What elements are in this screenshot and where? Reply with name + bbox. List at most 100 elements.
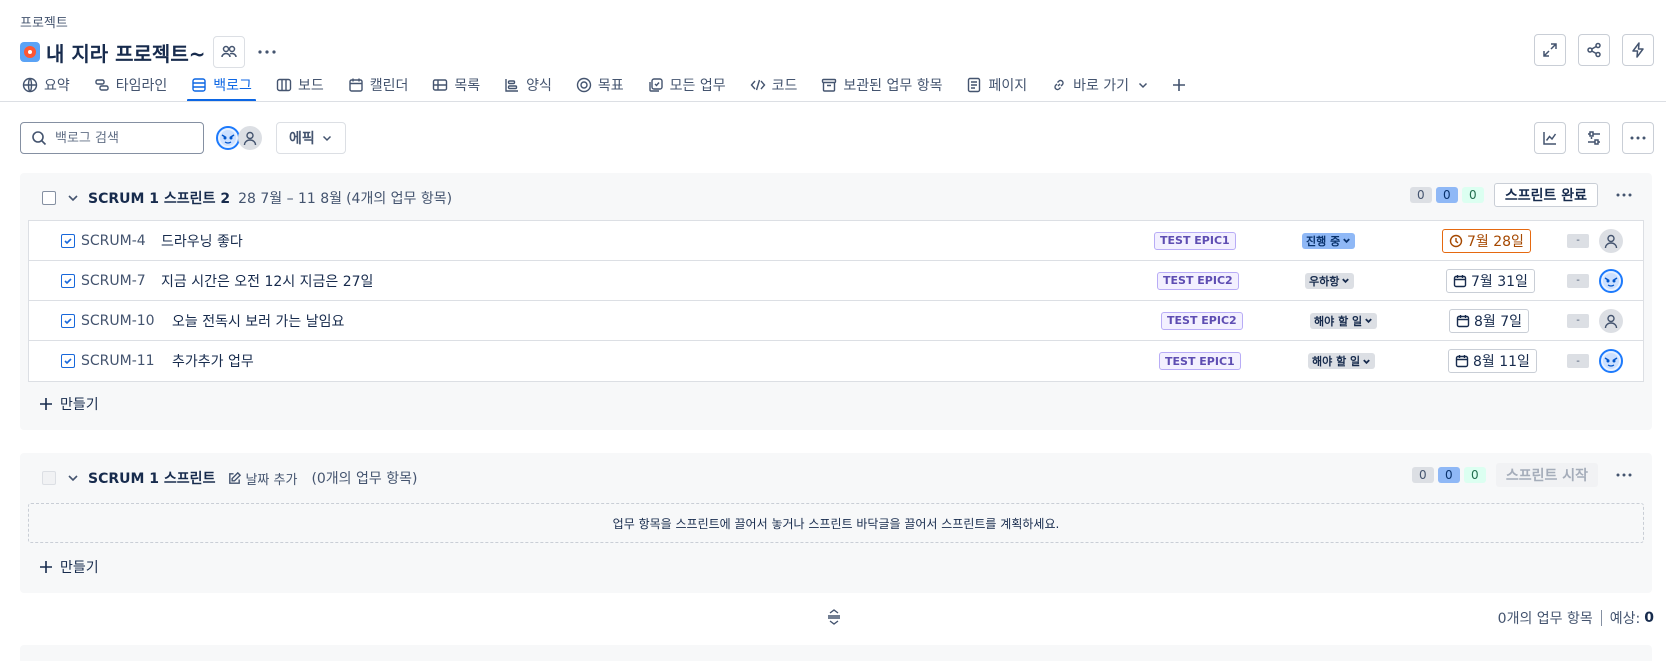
status-dropdown[interactable]: 우하항 [1305,272,1355,289]
tab-pages[interactable]: 페이지 [964,72,1029,98]
fullscreen-button[interactable] [1534,34,1566,66]
create-issue-button[interactable]: 만들기 [38,557,99,577]
tab-code[interactable]: 코드 [748,72,800,98]
expand-icon [1543,43,1557,57]
status-dropdown[interactable]: 진행 중 [1302,232,1356,249]
sprint-collapse-toggle[interactable] [66,191,80,205]
estimate-badge[interactable]: - [1567,313,1589,328]
assignee-avatar[interactable] [1599,268,1623,293]
sprint-issue-count: (4개의 업무 항목) [346,191,453,207]
issue-key[interactable]: SCRUM-7 [81,273,146,289]
due-date-badge[interactable]: 8월 11일 [1448,349,1537,373]
issue-summary[interactable]: 드라우닝 좋다 [161,231,243,251]
issue-row[interactable]: SCRUM-11 추가추가 업무 TEST EPIC1 해야 할 일 8월 11… [29,341,1643,381]
project-avatar-icon [20,42,40,62]
start-sprint-button[interactable]: 스프린트 시작 [1495,463,1598,487]
search-input[interactable] [55,130,195,146]
search-icon [32,131,47,146]
avatar-unassigned[interactable] [238,126,262,150]
page-title: 내 지라 프로젝트~ [46,41,206,66]
insights-button[interactable] [1534,122,1566,154]
calendar-icon [1453,274,1467,287]
assignee-avatar[interactable] [1599,308,1623,333]
sprint-dates: 28 7월 – 11 8월 [238,191,343,207]
sprint-select-checkbox[interactable] [42,471,56,485]
epic-lozenge[interactable]: TEST EPIC1 [1159,352,1241,370]
issue-list: SCRUM-4 드라우닝 좋다 TEST EPIC1 진행 중 7월 28일 -… [28,220,1644,382]
tab-all-work[interactable]: 모든 업무 [646,72,728,98]
add-tab-button[interactable] [1171,72,1187,98]
epic-lozenge[interactable]: TEST EPIC1 [1154,231,1236,250]
breadcrumb[interactable]: 프로젝트 [20,12,68,31]
resize-handle[interactable] [826,608,842,630]
assignee-avatar[interactable] [1599,349,1623,373]
issue-key[interactable]: SCRUM-10 [81,313,155,329]
issue-row[interactable]: SCRUM-7 지금 시간은 오전 12시 지금은 27일 TEST EPIC2… [29,261,1643,301]
complete-sprint-button[interactable]: 스프린트 완료 [1493,183,1598,207]
toolbar-more-button[interactable] [1622,122,1654,154]
epic-lozenge[interactable]: TEST EPIC2 [1161,311,1243,330]
tab-backlog[interactable]: 백로그 [187,72,256,102]
due-date-badge[interactable]: 7월 31일 [1446,268,1535,293]
sprint-name: SCRUM 1 스프린트 [88,471,216,487]
share-button[interactable] [1578,34,1610,66]
sprint-more-button[interactable] [1608,183,1640,207]
tab-calendar[interactable]: 캘린더 [346,72,411,98]
globe-icon [22,77,38,93]
avatar-user-face[interactable] [216,126,240,150]
sprint-header: SCRUM 1 스프린트 2 28 7월 – 11 8월 (4개의 업무 항목)… [20,173,1652,223]
due-date-badge[interactable]: 7월 28일 [1442,228,1531,253]
add-dates-button[interactable]: 날짜 추가 [227,469,297,488]
timeline-icon [95,79,109,91]
epic-filter-button[interactable]: 에픽 [276,122,346,154]
team-button[interactable] [213,36,246,68]
person-icon [243,131,257,146]
plus-icon [40,398,52,410]
more-icon [1616,193,1632,197]
automation-button[interactable] [1622,34,1654,66]
tab-board[interactable]: 보드 [274,72,326,98]
task-type-icon [61,234,75,248]
task-type-icon [61,354,75,368]
due-date-badge[interactable]: 8월 7일 [1449,308,1530,333]
tab-archived[interactable]: 보관된 업무 항목 [819,72,944,98]
target-icon [576,77,592,93]
tab-forms[interactable]: 양식 [502,72,554,98]
create-issue-button[interactable]: 만들기 [38,394,99,414]
chevron-down-icon [1363,359,1370,364]
issue-row[interactable]: SCRUM-10 오늘 전독시 보러 가는 날임요 TEST EPIC2 해야 … [29,301,1643,341]
backlog-search[interactable] [20,122,204,154]
drag-handle-icon [828,609,840,625]
calendar-icon [1456,314,1470,327]
issue-summary[interactable]: 추가추가 업무 [172,351,254,371]
page-icon [968,77,981,93]
count-todo-badge: 0 [1411,467,1434,483]
issue-row[interactable]: SCRUM-4 드라우닝 좋다 TEST EPIC1 진행 중 7월 28일 - [29,221,1643,261]
tab-goals[interactable]: 목표 [574,72,626,98]
issue-summary[interactable]: 지금 시간은 오전 12시 지금은 27일 [161,271,373,291]
estimate-badge[interactable]: - [1567,273,1589,288]
status-dropdown[interactable]: 해야 할 일 [1310,312,1378,329]
assignee-avatar[interactable] [1599,228,1623,253]
sprint-drop-zone[interactable]: 업무 항목을 스프린트에 끌어서 놓거나 스프린트 바닥글을 끌어서 스프린트를… [28,503,1644,543]
issue-key[interactable]: SCRUM-11 [81,353,155,369]
estimate-label: 예상: [1609,611,1641,627]
sprint-select-checkbox[interactable] [42,191,56,205]
tab-summary[interactable]: 요약 [20,72,72,98]
epic-lozenge[interactable]: TEST EPIC2 [1157,271,1239,290]
estimate-badge[interactable]: - [1567,354,1589,368]
count-in-progress-badge: 0 [1437,467,1460,483]
tab-timeline[interactable]: 타임라인 [92,72,170,98]
tab-shortcuts[interactable]: 바로 가기 [1049,72,1151,98]
sprint-more-button[interactable] [1608,463,1640,487]
count-todo-badge: 0 [1409,187,1432,203]
view-settings-button[interactable] [1578,122,1610,154]
sprint-collapse-toggle[interactable] [66,471,80,485]
project-more-button[interactable] [251,36,283,68]
status-dropdown[interactable]: 해야 할 일 [1308,353,1376,369]
tab-list[interactable]: 목록 [430,72,482,98]
estimate-badge[interactable]: - [1567,233,1589,248]
issue-key[interactable]: SCRUM-4 [81,233,146,249]
task-type-icon [61,314,75,328]
issue-summary[interactable]: 오늘 전독시 보러 가는 날임요 [172,311,344,331]
